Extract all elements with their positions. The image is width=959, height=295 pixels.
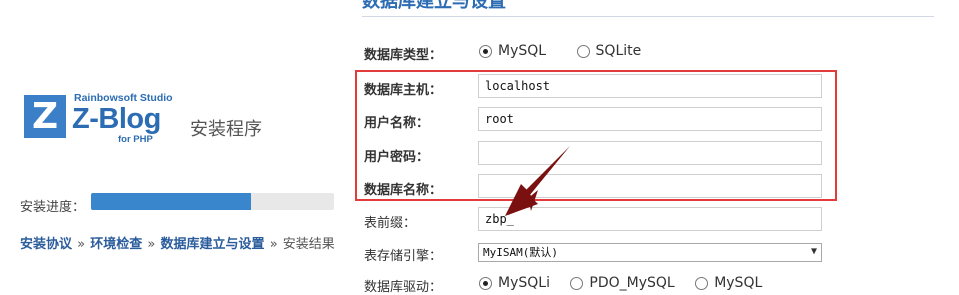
arrow-icon xyxy=(505,146,570,216)
